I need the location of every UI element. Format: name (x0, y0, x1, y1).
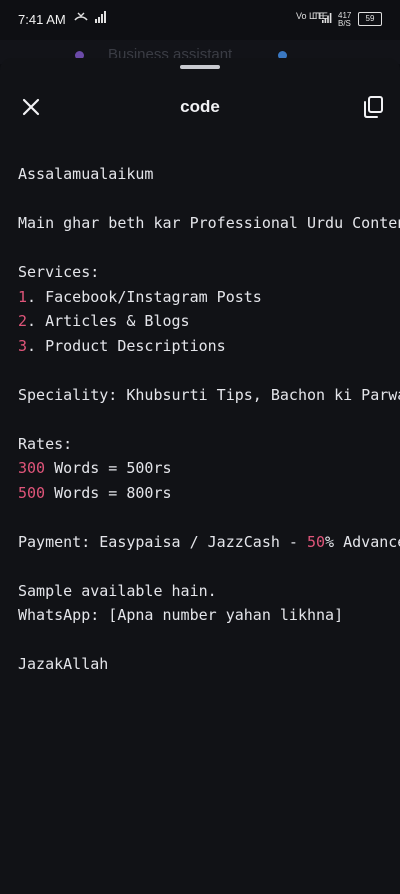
code-line-service-3: 3. Product Descriptions (18, 334, 400, 359)
copy-button[interactable] (362, 95, 384, 119)
sheet-title: code (180, 97, 220, 116)
code-line-service-2: 2. Articles & Blogs (18, 309, 400, 334)
code-line-rate-1: 300 Words = 500rs (18, 456, 400, 481)
code-line-rates-header: Rates: (18, 434, 73, 453)
payment-number: 50 (306, 532, 326, 551)
status-bar: 7:41 AM Vo LTE LTE 417 B/S 59 (0, 0, 400, 40)
service-2-text: . Articles & Blogs (27, 312, 190, 330)
network-speed: 417 B/S (338, 11, 352, 28)
code-line-payment: Payment: Easypaisa / JazzCash - 50% Adva… (18, 530, 400, 555)
signal-icon (95, 11, 107, 26)
cell-signal-icon (322, 13, 332, 26)
code-line-sample: Sample available hain. (18, 581, 217, 600)
code-line-rate-2: 500 Words = 800rs (18, 481, 400, 506)
service-1-number: 1 (18, 287, 28, 306)
missed-call-icon (74, 11, 88, 26)
code-line-greeting: Assalamualaikum (18, 165, 154, 183)
rate-1-text: Words = 500rs (45, 459, 172, 477)
drag-handle[interactable] (180, 65, 220, 69)
code-line-speciality: Speciality: Khubsurti Tips, Bachon ki Pa… (18, 385, 400, 404)
code-line-closing: JazakAllah (18, 655, 109, 673)
rate-1-number: 300 (18, 459, 46, 477)
battery-indicator: 59 (358, 12, 382, 26)
code-sheet: code Assalamualaikum Main ghar beth kar … (0, 58, 400, 894)
code-line-service-1: 1. Facebook/Instagram Posts (18, 285, 400, 310)
service-2-number: 2 (18, 312, 28, 330)
rate-2-number: 500 (18, 483, 46, 502)
service-3-number: 3 (18, 336, 28, 355)
payment-suffix: % Advance (325, 532, 400, 551)
code-line-intro: Main ghar beth kar Professional Urdu Con… (18, 214, 400, 232)
service-3-text: . Product Descriptions (27, 336, 226, 355)
payment-prefix: Payment: Easypaisa / JazzCash - (18, 532, 307, 551)
status-time: 7:41 AM (18, 12, 66, 27)
code-line-whatsapp: WhatsApp: [Apna number yahan likhna] (18, 606, 344, 624)
code-line-services-header: Services: (18, 263, 100, 281)
code-block: Assalamualaikum Main ghar beth kar Profe… (18, 162, 400, 677)
rate-2-text: Words = 800rs (45, 483, 172, 502)
copy-icon (364, 96, 383, 118)
service-1-text: . Facebook/Instagram Posts (27, 287, 262, 306)
